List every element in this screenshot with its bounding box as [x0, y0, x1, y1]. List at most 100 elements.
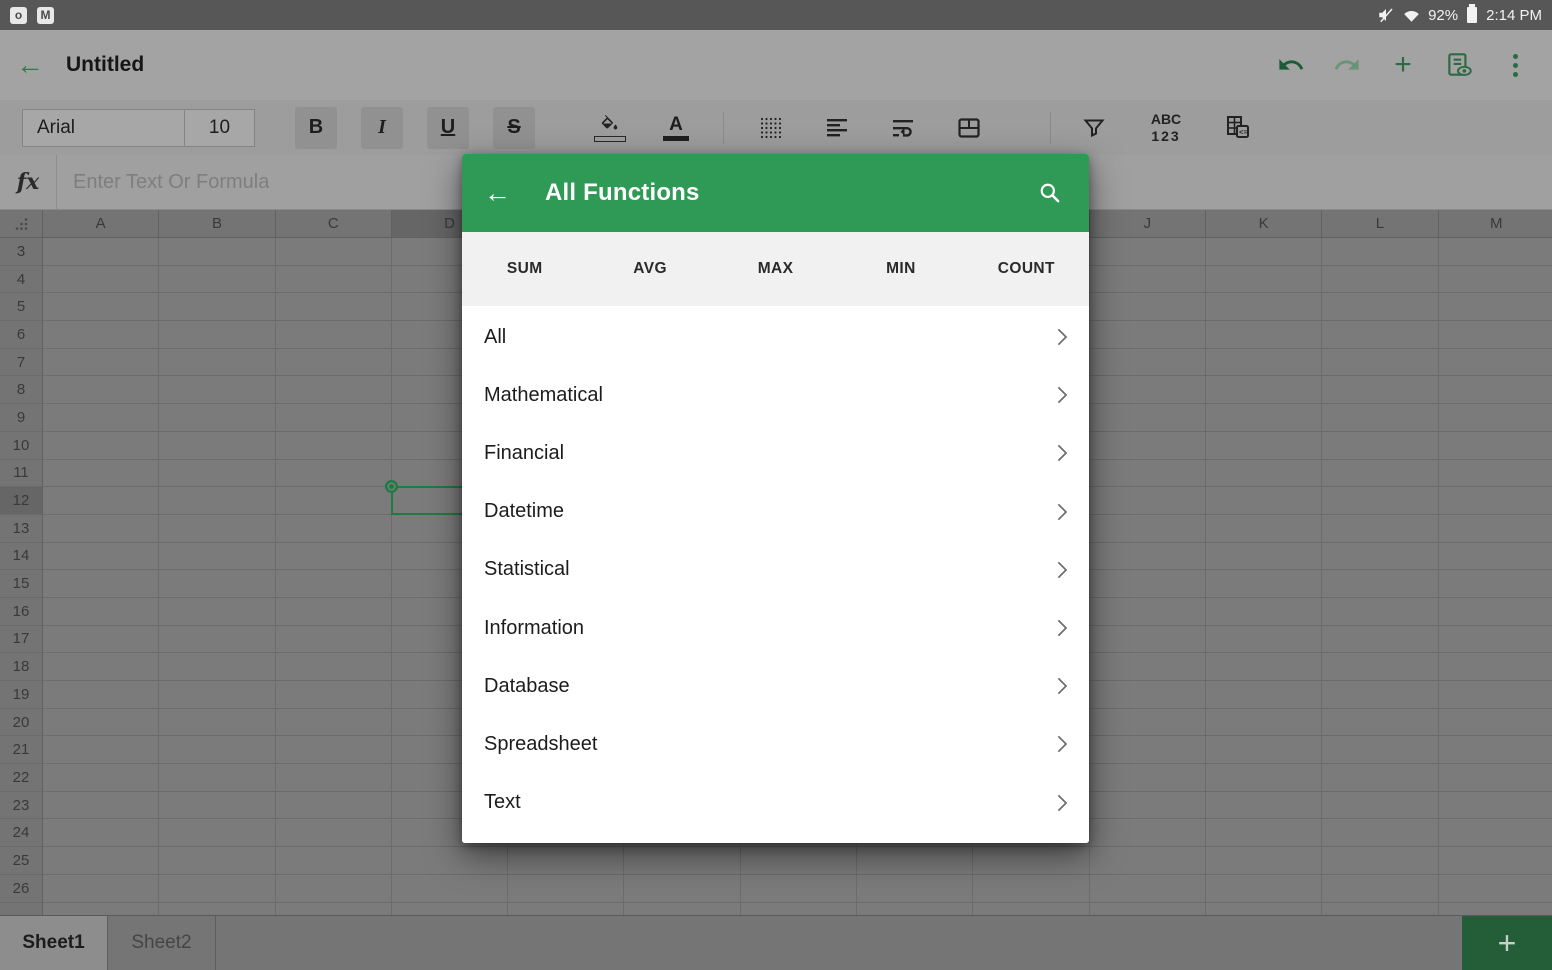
- grid-cell[interactable]: [43, 598, 159, 626]
- number-format-icon[interactable]: ABC123: [1145, 107, 1187, 149]
- grid-cell[interactable]: [392, 847, 508, 875]
- grid-cell[interactable]: [1090, 819, 1206, 847]
- category-item-datetime[interactable]: Datetime: [462, 483, 1089, 541]
- row-header-13[interactable]: 13: [0, 515, 43, 543]
- grid-cell[interactable]: [43, 487, 159, 515]
- grid-cell[interactable]: [1206, 515, 1322, 543]
- grid-cell[interactable]: [159, 903, 275, 916]
- grid-cell[interactable]: [276, 349, 392, 377]
- grid-cell[interactable]: [1439, 764, 1552, 792]
- grid-cell[interactable]: [159, 653, 275, 681]
- grid-cell[interactable]: [159, 847, 275, 875]
- grid-cell[interactable]: [1090, 736, 1206, 764]
- grid-cell[interactable]: [1439, 709, 1552, 737]
- grid-cell[interactable]: [1090, 515, 1206, 543]
- add-sheet-button[interactable]: +: [1462, 916, 1552, 970]
- grid-cell[interactable]: [1322, 293, 1438, 321]
- grid-cell[interactable]: [276, 570, 392, 598]
- grid-cell[interactable]: [276, 404, 392, 432]
- grid-cell[interactable]: [1090, 626, 1206, 654]
- grid-cell[interactable]: [1322, 903, 1438, 916]
- font-size-select[interactable]: 10: [185, 109, 255, 147]
- grid-cell[interactable]: [1322, 819, 1438, 847]
- grid-cell[interactable]: [276, 764, 392, 792]
- column-header-L[interactable]: L: [1322, 210, 1438, 238]
- grid-cell[interactable]: [973, 875, 1089, 903]
- column-header-B[interactable]: B: [159, 210, 275, 238]
- grid-cell[interactable]: [1439, 681, 1552, 709]
- grid-cell[interactable]: [43, 349, 159, 377]
- row-header-6[interactable]: 6: [0, 321, 43, 349]
- grid-cell[interactable]: [624, 903, 740, 916]
- row-header-7[interactable]: 7: [0, 349, 43, 377]
- grid-cell[interactable]: [1322, 460, 1438, 488]
- row-header-11[interactable]: 11: [0, 460, 43, 488]
- grid-cell[interactable]: [1090, 266, 1206, 294]
- grid-cell[interactable]: [1090, 543, 1206, 571]
- grid-cell[interactable]: [43, 653, 159, 681]
- grid-cell[interactable]: [1090, 709, 1206, 737]
- fill-color-button[interactable]: [589, 107, 631, 149]
- grid-cell[interactable]: [1206, 266, 1322, 294]
- grid-cell[interactable]: [43, 764, 159, 792]
- grid-cell[interactable]: [1322, 570, 1438, 598]
- grid-cell[interactable]: [43, 238, 159, 266]
- grid-cell[interactable]: [159, 321, 275, 349]
- grid-cell[interactable]: [43, 432, 159, 460]
- grid-cell[interactable]: [1090, 238, 1206, 266]
- grid-cell[interactable]: [43, 626, 159, 654]
- merge-cells-icon[interactable]: [948, 107, 990, 149]
- quick-function-min[interactable]: MIN: [838, 260, 963, 278]
- grid-cell[interactable]: [1206, 404, 1322, 432]
- grid-cell[interactable]: [1206, 598, 1322, 626]
- grid-cell[interactable]: [1439, 903, 1552, 916]
- grid-cell[interactable]: [276, 709, 392, 737]
- grid-cell[interactable]: [43, 709, 159, 737]
- grid-cell[interactable]: [1206, 293, 1322, 321]
- undo-icon[interactable]: [1274, 48, 1308, 82]
- grid-cell[interactable]: [276, 321, 392, 349]
- row-header-17[interactable]: 17: [0, 626, 43, 654]
- dialog-back-icon[interactable]: ←: [484, 180, 511, 207]
- text-color-button[interactable]: A: [655, 107, 697, 149]
- grid-cell[interactable]: [1206, 819, 1322, 847]
- grid-cell[interactable]: [276, 487, 392, 515]
- grid-cell[interactable]: [1439, 321, 1552, 349]
- grid-cell[interactable]: [1439, 432, 1552, 460]
- grid-cell[interactable]: [159, 681, 275, 709]
- grid-cell[interactable]: [741, 903, 857, 916]
- grid-cell[interactable]: [1439, 875, 1552, 903]
- sheet-tab-sheet1[interactable]: Sheet1: [0, 916, 108, 970]
- grid-cell[interactable]: [1090, 875, 1206, 903]
- select-all-corner[interactable]: [0, 210, 43, 238]
- grid-cell[interactable]: [276, 653, 392, 681]
- category-item-mathematical[interactable]: Mathematical: [462, 366, 1089, 424]
- borders-icon[interactable]: [750, 107, 792, 149]
- grid-cell[interactable]: [276, 626, 392, 654]
- grid-cell[interactable]: [159, 709, 275, 737]
- grid-cell[interactable]: [43, 570, 159, 598]
- quick-function-sum[interactable]: SUM: [462, 260, 587, 278]
- grid-cell[interactable]: [43, 681, 159, 709]
- grid-cell[interactable]: [1439, 736, 1552, 764]
- row-header-22[interactable]: 22: [0, 764, 43, 792]
- grid-cell[interactable]: [276, 515, 392, 543]
- grid-cell[interactable]: [159, 376, 275, 404]
- grid-cell[interactable]: [1206, 847, 1322, 875]
- grid-cell[interactable]: [973, 847, 1089, 875]
- row-header-19[interactable]: 19: [0, 681, 43, 709]
- overflow-menu-icon[interactable]: [1498, 48, 1532, 82]
- grid-cell[interactable]: [1322, 681, 1438, 709]
- grid-cell[interactable]: [1090, 349, 1206, 377]
- category-item-spreadsheet[interactable]: Spreadsheet: [462, 715, 1089, 773]
- grid-cell[interactable]: [1206, 903, 1322, 916]
- grid-cell[interactable]: [1439, 653, 1552, 681]
- grid-cell[interactable]: [857, 847, 973, 875]
- grid-cell[interactable]: [624, 847, 740, 875]
- grid-cell[interactable]: [1322, 847, 1438, 875]
- row-header-10[interactable]: 10: [0, 432, 43, 460]
- grid-cell[interactable]: [276, 598, 392, 626]
- grid-cell[interactable]: [43, 736, 159, 764]
- grid-cell[interactable]: [1322, 266, 1438, 294]
- grid-cell[interactable]: [1322, 238, 1438, 266]
